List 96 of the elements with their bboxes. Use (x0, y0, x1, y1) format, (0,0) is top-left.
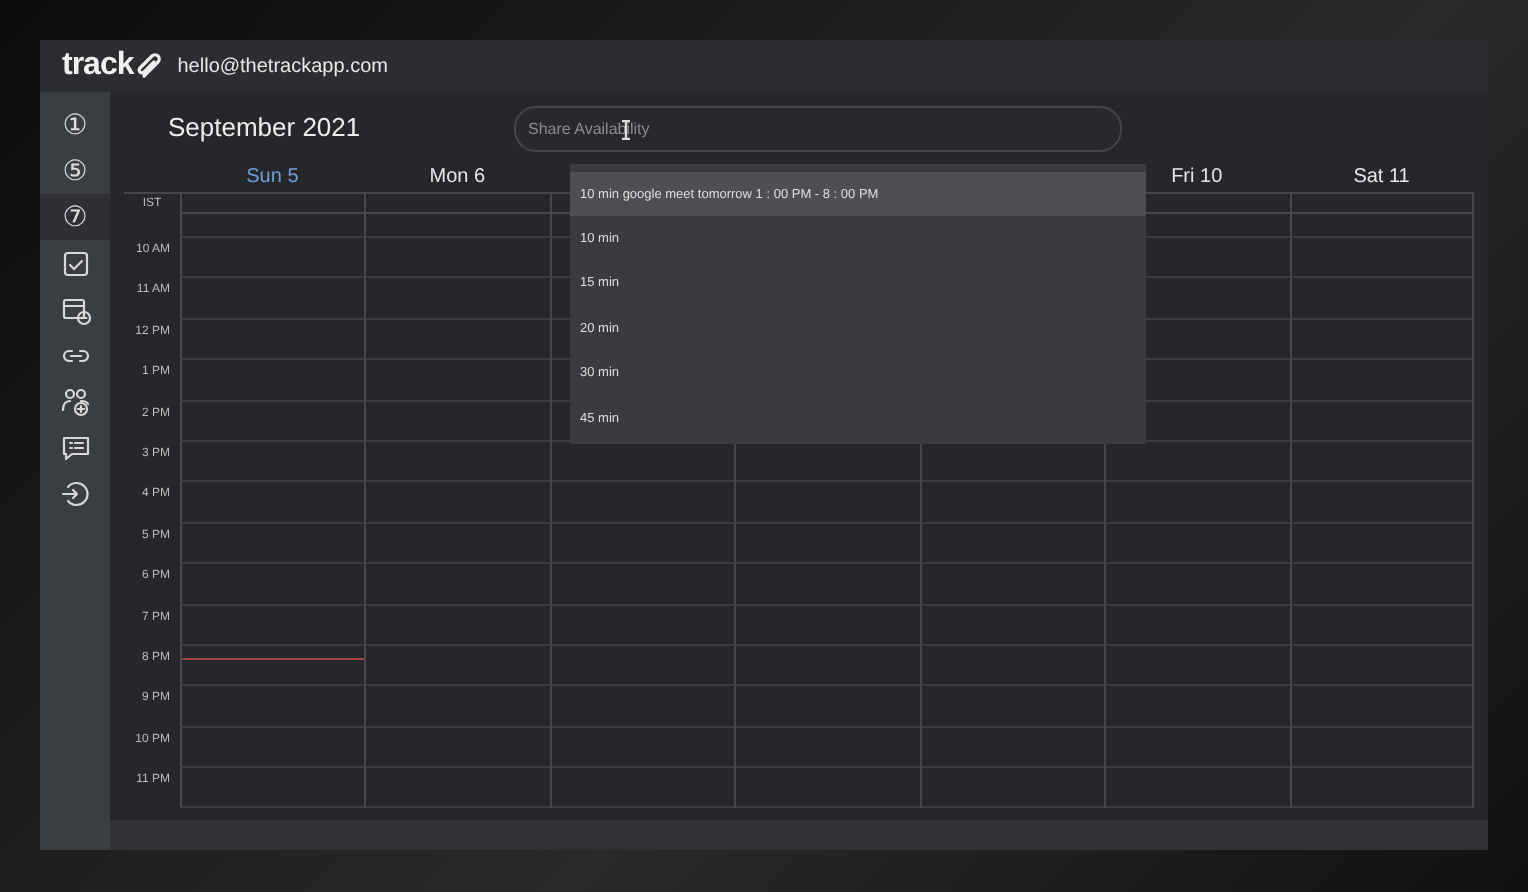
calendar-cell[interactable] (1289, 523, 1474, 565)
calendar-cell[interactable] (364, 523, 550, 565)
calendar-cell[interactable] (734, 482, 920, 524)
calendar-cell[interactable] (180, 214, 365, 238)
calendar-cell[interactable] (1289, 482, 1474, 524)
month-title: September 2021 (166, 112, 363, 142)
calendar-cell[interactable] (364, 214, 550, 238)
calendar-cell[interactable] (364, 278, 550, 320)
calendar-cell[interactable] (549, 768, 735, 809)
calendar-cell[interactable] (1289, 194, 1474, 214)
calendar-cell[interactable] (1289, 238, 1474, 279)
calendar-cell[interactable] (1104, 727, 1290, 769)
calendar-cell[interactable] (364, 645, 550, 687)
calendar-cell[interactable] (180, 278, 365, 320)
calendar-cell[interactable] (364, 319, 550, 361)
calendar-cell[interactable] (1289, 686, 1474, 728)
calendar-cell[interactable] (364, 441, 550, 483)
calendar-cell[interactable] (1104, 564, 1290, 606)
calendar-cell[interactable] (1289, 727, 1474, 769)
calendar-cell[interactable] (364, 360, 550, 402)
calendar-cell[interactable] (364, 605, 550, 646)
calendar-cell[interactable] (919, 605, 1105, 646)
calendar-cell[interactable] (1289, 319, 1474, 361)
calendar-cell[interactable] (180, 686, 365, 728)
sidebar-item[interactable]: ⑦ (40, 194, 110, 240)
calendar-cell[interactable] (1289, 768, 1474, 809)
calendar-cell[interactable] (1289, 278, 1474, 320)
logout-icon (59, 477, 91, 509)
calendar-cell[interactable] (734, 727, 920, 769)
calendar-cell[interactable] (180, 523, 365, 565)
calendar-cell[interactable] (180, 194, 365, 214)
calendar-cell[interactable] (364, 482, 550, 524)
calendar-cell[interactable] (919, 768, 1105, 809)
calendar-cell[interactable] (549, 605, 735, 646)
calendar-cell[interactable] (919, 645, 1105, 687)
calendar-cell[interactable] (549, 645, 735, 687)
calendar-clock-icon (59, 293, 91, 325)
chat-list-icon (59, 431, 91, 463)
calendar-cell[interactable] (180, 238, 365, 279)
calendar-cell[interactable] (1289, 360, 1474, 402)
calendar-cell[interactable] (549, 564, 735, 606)
calendar-cell[interactable] (919, 523, 1105, 565)
calendar-cell[interactable] (734, 564, 920, 606)
calendar-cell[interactable] (1289, 564, 1474, 606)
calendar-cell[interactable] (1289, 401, 1474, 442)
calendar-cell[interactable] (364, 768, 550, 809)
calendar-cell[interactable] (180, 727, 365, 769)
calendar-cell[interactable] (734, 645, 920, 687)
logo-text: track (62, 48, 134, 84)
calendar-cell[interactable] (364, 401, 550, 442)
paperclip-icon (135, 52, 164, 80)
sidebar-item[interactable]: ① (40, 102, 110, 148)
calendar-cell[interactable] (364, 564, 550, 606)
calendar-cell[interactable] (180, 645, 365, 687)
calendar-cell[interactable] (364, 194, 550, 214)
calendar-cell[interactable] (919, 686, 1105, 728)
checklist-icon (59, 247, 91, 279)
calendar-cell[interactable] (1289, 645, 1474, 687)
day-label: Sun 5 (246, 165, 299, 187)
calendar-cell[interactable] (1104, 645, 1290, 687)
account-email: hello@thetrackapp.com (177, 55, 388, 77)
calendar-cell[interactable] (734, 523, 920, 565)
calendar-cell[interactable] (549, 727, 735, 769)
calendar-cell[interactable] (180, 605, 365, 646)
day-label: Mon 6 (429, 165, 486, 187)
calendar-cell[interactable] (180, 768, 365, 809)
calendar-cell[interactable] (1289, 605, 1474, 646)
add-people-icon (59, 385, 91, 417)
calendar-cell[interactable] (364, 238, 550, 279)
calendar-cell[interactable] (180, 401, 365, 442)
calendar-cell[interactable] (1104, 768, 1290, 809)
calendar-cell[interactable] (734, 686, 920, 728)
calendar-cell[interactable] (180, 482, 365, 524)
calendar-cell[interactable] (364, 686, 550, 728)
sidebar-item[interactable]: ⑤ (40, 148, 110, 194)
calendar-cell[interactable] (180, 441, 365, 483)
calendar-cell[interactable] (1104, 686, 1290, 728)
day-label: Sat 11 (1353, 165, 1410, 187)
calendar-cell[interactable] (919, 564, 1105, 606)
calendar-cell[interactable] (549, 523, 735, 565)
calendar-cell[interactable] (364, 727, 550, 769)
calendar-cell[interactable] (734, 768, 920, 809)
calendar-cell[interactable] (1104, 482, 1290, 524)
calendar-cell[interactable] (919, 727, 1105, 769)
calendar-cell[interactable] (180, 319, 365, 361)
calendar-cell[interactable] (1104, 523, 1290, 565)
calendar-cell[interactable] (549, 482, 735, 524)
calendar-cell[interactable] (734, 605, 920, 646)
calendar-cell[interactable] (1104, 605, 1290, 646)
calendar-cell[interactable] (919, 482, 1105, 524)
calendar-cell[interactable] (180, 564, 365, 606)
calendar-cell[interactable] (180, 360, 365, 402)
day-label: Fri 10 (1171, 165, 1223, 187)
calendar-cell[interactable] (1289, 214, 1474, 238)
calendar-cell[interactable] (549, 686, 735, 728)
calendar-cell[interactable] (1289, 441, 1474, 483)
